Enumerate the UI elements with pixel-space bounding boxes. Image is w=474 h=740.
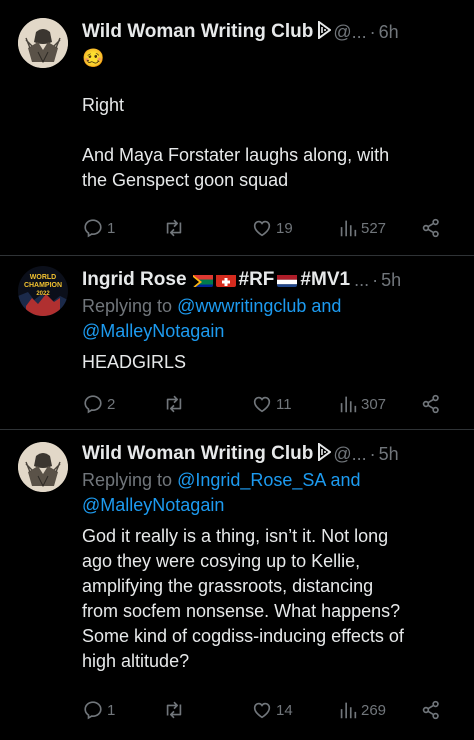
verified-badge-icon: [318, 441, 333, 466]
reply-icon: [84, 701, 102, 720]
retweet-icon: [166, 701, 182, 719]
tweet-header: Wild Woman Writing Club @... · 6h: [82, 18, 460, 46]
display-name[interactable]: Wild Woman Writing Club: [82, 443, 313, 465]
avatar-text: CHAMPION: [24, 282, 62, 289]
tweet-text-line: the Genspect goon squad: [82, 170, 289, 190]
tweet-emoji: 🥴: [82, 48, 105, 68]
separator: ·: [369, 443, 376, 464]
action-bar: 2 11 307: [82, 392, 452, 416]
display-name[interactable]: Wild Woman Writing Club: [82, 21, 313, 43]
like-icon: [253, 702, 271, 719]
tweet-1[interactable]: Wild Woman Writing Club @... · 6h 🥴 Righ…: [0, 0, 474, 255]
like-count: 14: [276, 701, 293, 719]
mention-link[interactable]: @Ingrid_Rose_SA: [177, 470, 325, 490]
retweet-icon: [166, 395, 182, 413]
reply-icon: [84, 219, 102, 238]
like-button[interactable]: 14: [251, 698, 293, 722]
flag-icon: [215, 273, 236, 287]
share-icon: [422, 394, 439, 414]
like-button[interactable]: 19: [251, 216, 293, 240]
share-icon: [422, 218, 439, 238]
views-count: 527: [361, 219, 387, 237]
timestamp[interactable]: 5h: [381, 270, 401, 291]
views-button[interactable]: 527: [338, 216, 386, 240]
action-bar: 1 19 527: [82, 216, 452, 240]
tweet-2[interactable]: WORLD CHAMPION 2022 Ingrid Rose #RF #MV1…: [0, 256, 474, 429]
like-count: 19: [276, 219, 293, 237]
tweet-text-line: amplifying the grassroots, distancing: [82, 576, 374, 596]
views-icon: [340, 220, 357, 237]
tweet-text-line: Right: [82, 95, 125, 115]
mention-link[interactable]: @MalleyNotagain: [82, 321, 224, 341]
like-count: 11: [276, 395, 292, 413]
timestamp[interactable]: 6h: [379, 22, 399, 43]
mention-and[interactable]: and: [330, 470, 360, 490]
action-bar: 1 14 269: [82, 698, 452, 722]
like-icon: [253, 220, 271, 237]
timestamp[interactable]: 5h: [379, 444, 399, 465]
flag-icon: [277, 273, 298, 287]
views-count: 307: [361, 395, 387, 413]
share-button[interactable]: [420, 216, 442, 240]
views-count: 269: [361, 701, 387, 719]
like-button[interactable]: 11: [251, 392, 292, 416]
tweet-text-line: ago they were cosying up to Kellie,: [82, 551, 361, 571]
handle[interactable]: @...: [333, 444, 366, 465]
separator: ·: [369, 21, 376, 42]
share-button[interactable]: [420, 698, 442, 722]
avatar-text: WORLD: [30, 274, 56, 281]
hashtag[interactable]: #MV1: [300, 269, 350, 291]
tweet-text-line: God it really is a thing, isn’t it. Not …: [82, 526, 389, 546]
reply-icon: [84, 395, 102, 414]
hashtag[interactable]: #RF: [239, 269, 275, 291]
replying-to-label: Replying to: [82, 470, 173, 490]
tweet-text-line: Some kind of cogdiss-inducing effects of: [82, 626, 404, 646]
tweet-header: Ingrid Rose #RF #MV1 ... · 5h: [82, 266, 460, 294]
tweet-text-line: HEADGIRLS: [82, 352, 187, 372]
reply-count: 1: [107, 701, 116, 719]
avatar[interactable]: WORLD CHAMPION 2022: [18, 266, 68, 316]
tweet-header: Wild Woman Writing Club @... · 5h: [82, 440, 460, 468]
views-button[interactable]: 307: [338, 392, 386, 416]
replying-to: @MalleyNotagain: [82, 319, 460, 344]
reply-button[interactable]: 1: [82, 216, 115, 240]
tweet-3[interactable]: Wild Woman Writing Club @... · 5h Replyi…: [0, 430, 474, 740]
tweet-text-line: And Maya Forstater laughs along, with: [82, 145, 390, 165]
share-button[interactable]: [420, 392, 442, 416]
reply-button[interactable]: 2: [82, 392, 115, 416]
replying-to: Replying to @Ingrid_Rose_SA and: [82, 468, 460, 493]
reply-button[interactable]: 1: [82, 698, 115, 722]
like-icon: [253, 396, 271, 413]
mention-link[interactable]: @wwwritingclub: [177, 296, 306, 316]
tweet-text-line: from socfem nonsense. What happens?: [82, 601, 401, 621]
tweet-text-line: [82, 118, 460, 143]
retweet-button[interactable]: [162, 392, 186, 416]
avatar[interactable]: [18, 18, 68, 68]
replying-to-label: Replying to: [82, 296, 173, 316]
views-icon: [340, 396, 357, 413]
tweet-text-line: high altitude?: [82, 651, 190, 671]
mention-link[interactable]: @MalleyNotagain: [82, 495, 224, 515]
display-name[interactable]: Ingrid Rose: [82, 269, 187, 291]
name-flags: #RF #MV1: [192, 269, 350, 291]
reply-count: 1: [107, 219, 116, 237]
separator: ·: [372, 269, 379, 290]
views-button[interactable]: 269: [338, 698, 386, 722]
mention-and[interactable]: and: [311, 296, 341, 316]
handle[interactable]: ...: [354, 270, 369, 291]
retweet-icon: [166, 219, 182, 237]
reply-count: 2: [107, 395, 116, 413]
retweet-button[interactable]: [162, 698, 186, 722]
verified-badge-icon: [318, 19, 333, 44]
flag-icon: [192, 273, 213, 287]
avatar-text: 2022: [36, 291, 50, 297]
views-icon: [340, 702, 357, 719]
replying-to: @MalleyNotagain: [82, 493, 460, 518]
share-icon: [422, 700, 439, 720]
retweet-button[interactable]: [162, 216, 186, 240]
avatar[interactable]: [18, 442, 68, 492]
handle[interactable]: @...: [333, 22, 366, 43]
replying-to: Replying to @wwwritingclub and: [82, 294, 460, 319]
